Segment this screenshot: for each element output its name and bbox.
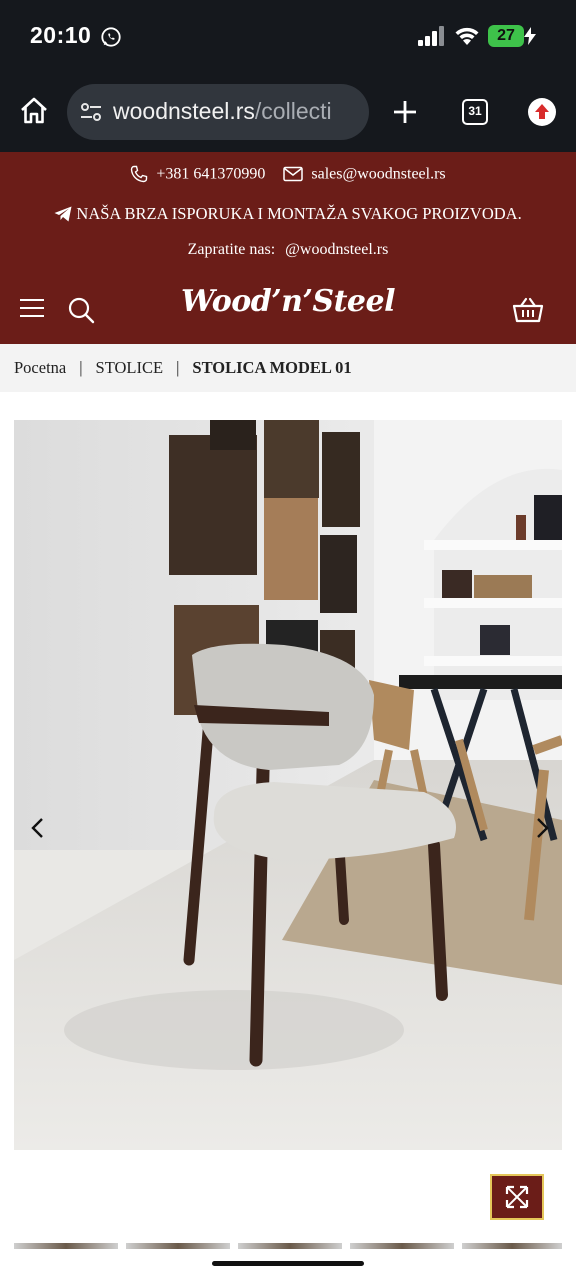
home-indicator[interactable] xyxy=(212,1261,364,1266)
thumbnail[interactable] xyxy=(126,1243,230,1249)
whatsapp-icon xyxy=(101,27,121,47)
follow-label: Zapratite nas: xyxy=(187,241,276,258)
product-image[interactable] xyxy=(14,420,562,1150)
breadcrumb-home[interactable]: Pocetna xyxy=(14,358,66,377)
menu-icon[interactable] xyxy=(528,98,556,126)
expand-icon xyxy=(505,1185,529,1209)
mail-icon xyxy=(283,167,304,182)
url-path: /collecti xyxy=(254,98,332,124)
status-time: 20:10 xyxy=(30,22,92,48)
thumbnail-strip xyxy=(14,1243,562,1249)
basket-icon[interactable] xyxy=(512,296,544,324)
delivery-banner: NAŠA BRZA ISPORUKA I MONTAŽA SVAKOG PROI… xyxy=(0,203,576,224)
plus-icon[interactable] xyxy=(389,96,421,128)
status-bar: 20:10 27 xyxy=(0,0,576,72)
phone-link[interactable]: +381 641370990 xyxy=(156,165,265,182)
site-logo[interactable]: Wood’n’Steel xyxy=(0,284,576,319)
battery-icon: 27 xyxy=(488,25,536,47)
upload-arrow-icon xyxy=(535,104,549,119)
follow-row: Zapratite nas: @woodnsteel.rs xyxy=(0,241,576,259)
info-bar: +381 641370990 sales@woodnsteel.rs NAŠA … xyxy=(0,152,576,274)
wifi-icon xyxy=(455,27,479,45)
breadcrumb-current: STOLICA MODEL 01 xyxy=(192,358,352,377)
site-header: Wood’n’Steel xyxy=(0,274,576,344)
instagram-link[interactable]: @woodnsteel.rs xyxy=(285,241,388,258)
delivery-text: NAŠA BRZA ISPORUKA I MONTAŽA SVAKOG PROI… xyxy=(76,204,522,224)
charging-bolt-icon xyxy=(524,27,536,45)
phone-icon xyxy=(131,166,148,183)
breadcrumb-separator: | xyxy=(176,358,180,377)
tabs-icon[interactable]: 31 xyxy=(462,99,488,125)
url-domain: woodnsteel.rs xyxy=(113,98,255,124)
home-icon[interactable] xyxy=(18,95,50,127)
chevron-right-icon[interactable] xyxy=(532,816,552,840)
thumbnail[interactable] xyxy=(350,1243,454,1249)
site-settings-icon[interactable] xyxy=(79,100,103,124)
signal-icon xyxy=(418,26,444,46)
breadcrumb-category[interactable]: STOLICE xyxy=(96,358,164,377)
thumbnail[interactable] xyxy=(14,1243,118,1249)
chevron-left-icon[interactable] xyxy=(28,816,48,840)
thumbnail[interactable] xyxy=(462,1243,562,1249)
chair-photo xyxy=(14,420,562,1150)
zoom-button[interactable] xyxy=(490,1174,544,1220)
email-link[interactable]: sales@woodnsteel.rs xyxy=(311,165,445,182)
url-text[interactable]: woodnsteel.rs/collecti xyxy=(113,98,332,125)
telegram-icon xyxy=(54,206,72,222)
thumbnail[interactable] xyxy=(238,1243,342,1249)
breadcrumb: Pocetna | STOLICE | STOLICA MODEL 01 xyxy=(0,344,576,392)
battery-level: 27 xyxy=(488,25,524,47)
address-bar[interactable]: woodnsteel.rs/collecti xyxy=(67,84,369,140)
contact-row: +381 641370990 sales@woodnsteel.rs xyxy=(0,165,576,183)
browser-toolbar: woodnsteel.rs/collecti 31 xyxy=(0,72,576,152)
breadcrumb-separator: | xyxy=(79,358,83,377)
